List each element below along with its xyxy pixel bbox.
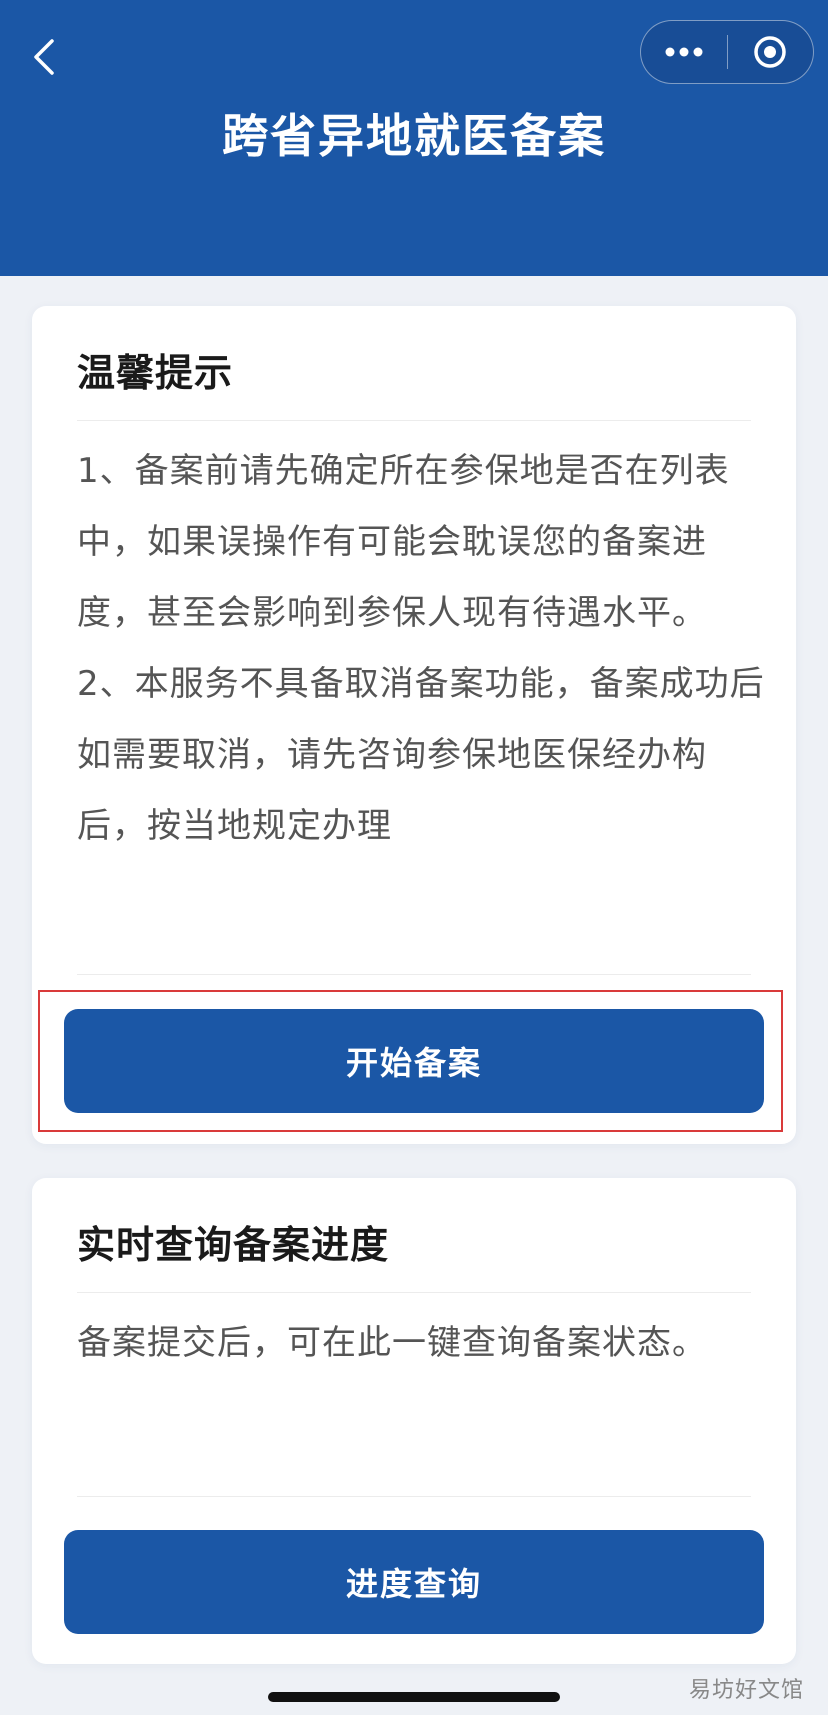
query-divider-top bbox=[77, 1292, 751, 1293]
query-card-description: 备案提交后，可在此一键查询备案状态。 bbox=[77, 1323, 707, 1363]
home-indicator[interactable] bbox=[268, 1692, 560, 1702]
highlight-annotation-box bbox=[38, 990, 783, 1132]
more-button[interactable] bbox=[641, 21, 727, 83]
notice-card-title: 温馨提示 bbox=[77, 351, 234, 395]
mini-program-capsule bbox=[640, 20, 814, 84]
notice-card-body: 1、备案前请先确定所在参保地是否在列表中，如果误操作有可能会耽误您的备案进度，甚… bbox=[77, 436, 767, 862]
notice-paragraph: 2、本服务不具备取消备案功能，备案成功后如需要取消，请先咨询参保地医保经办构后，… bbox=[77, 664, 765, 846]
target-circle-icon bbox=[754, 36, 786, 68]
query-card-title: 实时查询备案进度 bbox=[77, 1223, 390, 1267]
page-title: 跨省异地就医备案 bbox=[222, 109, 606, 163]
back-button[interactable] bbox=[22, 30, 66, 84]
watermark-text: 易坊好文馆 bbox=[688, 1678, 804, 1703]
progress-query-button[interactable]: 进度查询 bbox=[64, 1530, 764, 1634]
header-bar: 跨省异地就医备案 bbox=[0, 0, 828, 276]
more-dots-icon bbox=[665, 47, 703, 57]
notice-divider-top bbox=[77, 420, 751, 421]
notice-divider-bottom bbox=[77, 974, 751, 975]
chevron-left-icon bbox=[34, 39, 54, 75]
query-divider-bottom bbox=[77, 1496, 751, 1497]
notice-paragraph: 1、备案前请先确定所在参保地是否在列表中，如果误操作有可能会耽误您的备案进度，甚… bbox=[77, 451, 730, 633]
query-card: 实时查询备案进度 备案提交后，可在此一键查询备案状态。 进度查询 bbox=[32, 1178, 796, 1664]
page: 跨省异地就医备案 温馨提示 1、备案前请先确定所在参保地是否在列表中，如果误操作… bbox=[0, 0, 828, 1715]
close-mini-program-button[interactable] bbox=[728, 21, 814, 83]
